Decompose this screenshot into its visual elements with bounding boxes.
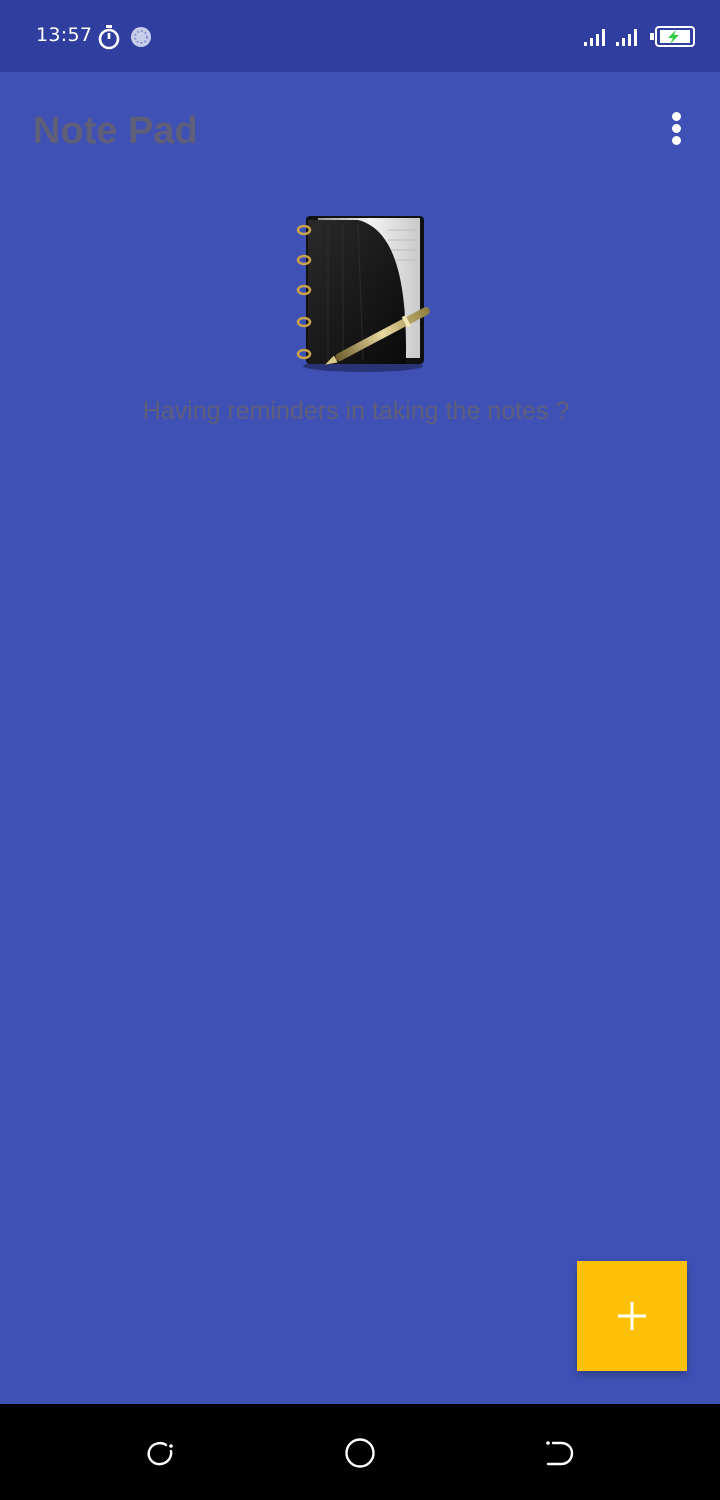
back-icon[interactable] (543, 1437, 575, 1469)
app-title: Note Pad (33, 110, 198, 152)
add-note-button[interactable] (577, 1261, 687, 1371)
sync-icon (131, 27, 151, 47)
status-bar: 13:57 (0, 0, 720, 72)
signal-icon (584, 29, 605, 46)
signal-icon (616, 29, 637, 46)
home-icon[interactable] (344, 1437, 376, 1469)
battery-charging-icon (650, 26, 695, 47)
status-time: 13:57 (36, 24, 93, 46)
plus-icon (618, 1302, 646, 1330)
more-vert-icon[interactable] (656, 108, 696, 148)
app-bar: Note Pad (0, 72, 720, 184)
recent-apps-icon[interactable] (144, 1437, 176, 1469)
stopwatch-icon (98, 25, 120, 50)
empty-state-message: Having reminders in taking the notes ? (142, 397, 570, 425)
notebook-pen-icon (296, 216, 430, 372)
system-nav-bar (0, 1404, 720, 1500)
